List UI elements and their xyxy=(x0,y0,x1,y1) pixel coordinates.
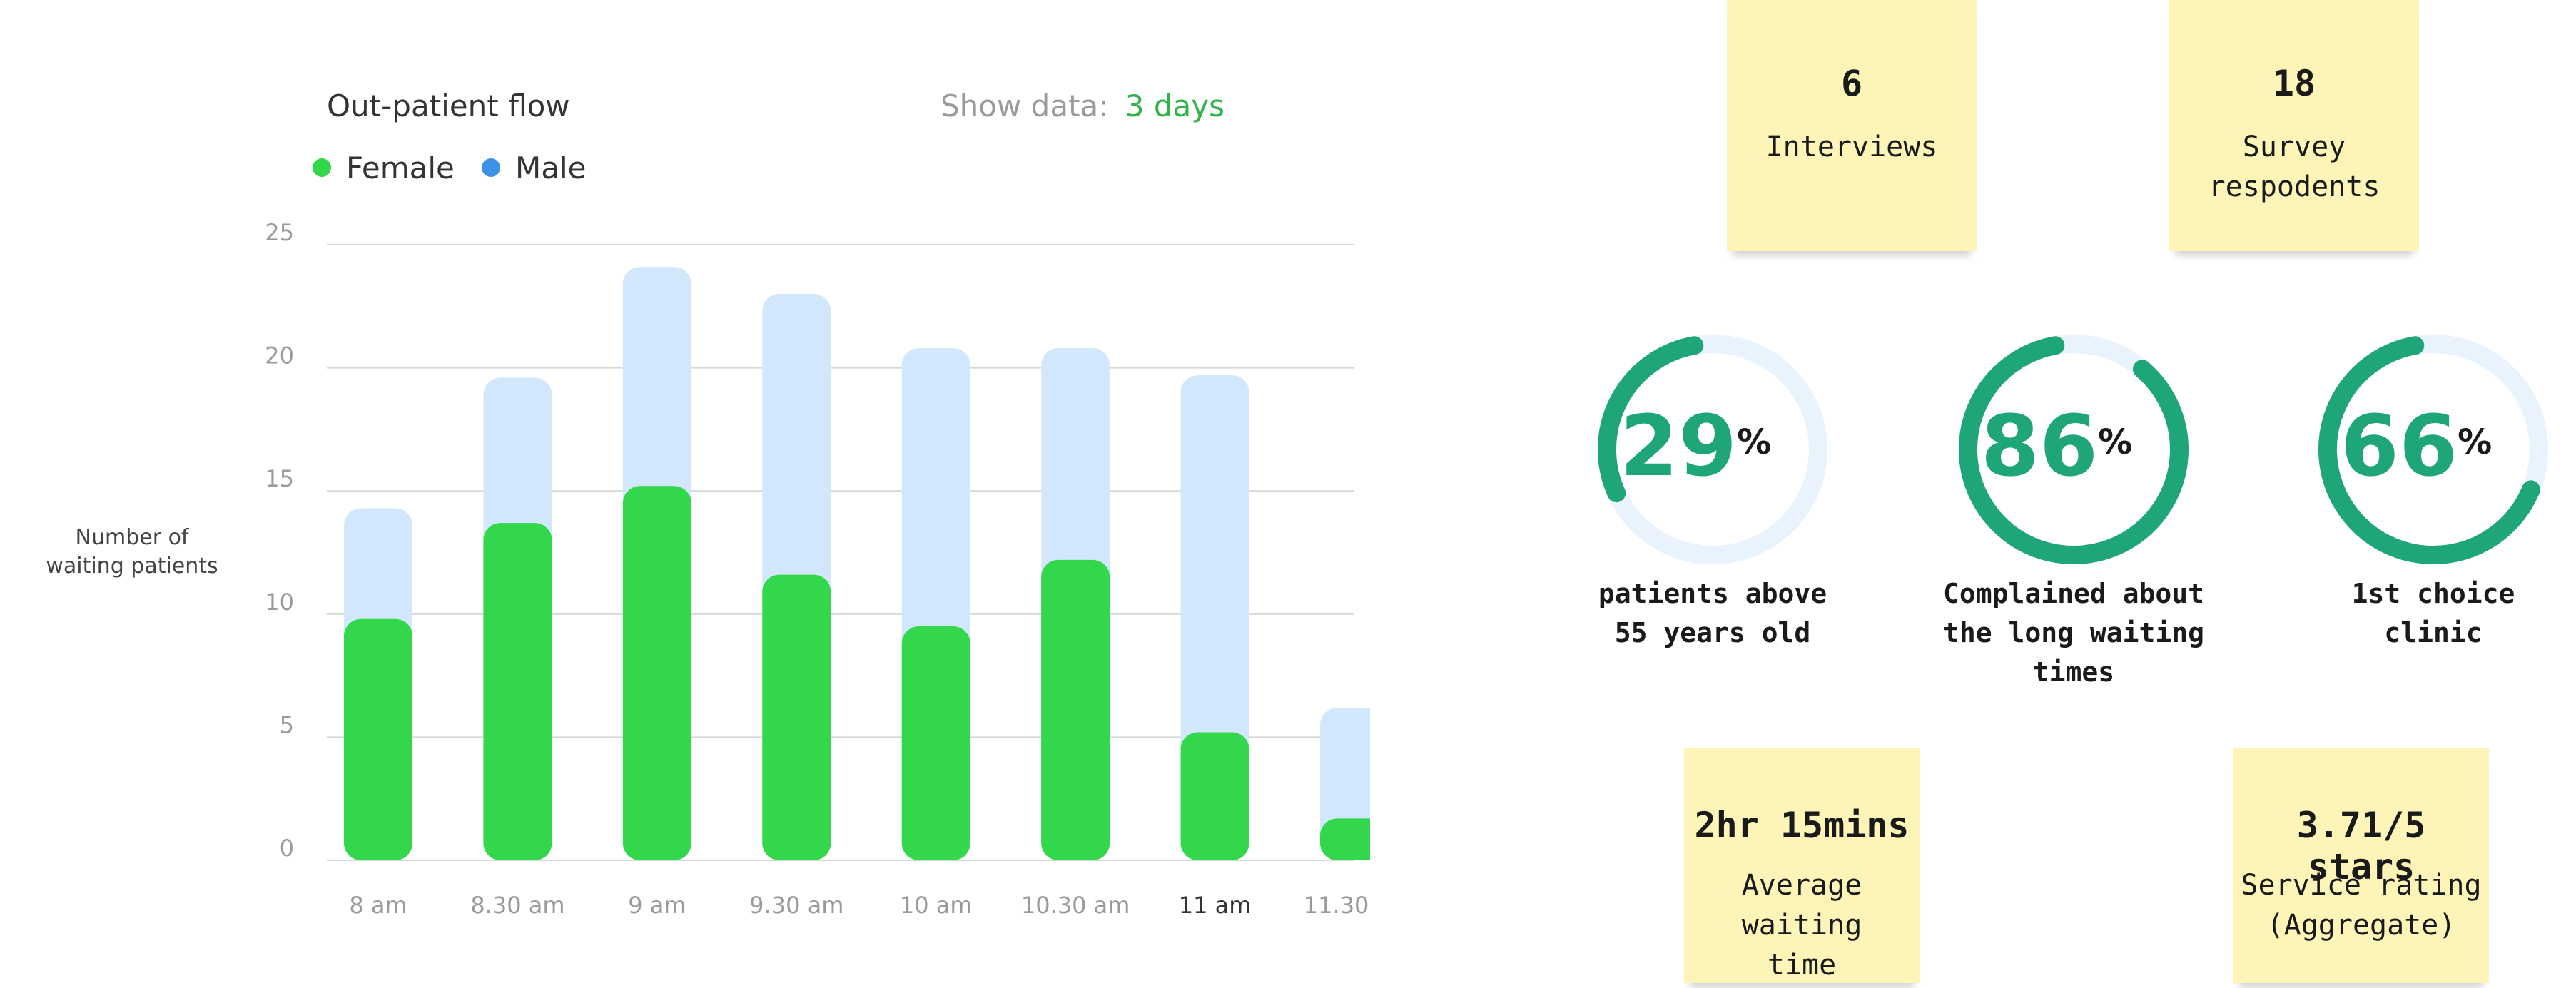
bar-female-6 xyxy=(1180,732,1249,860)
bar-female-3 xyxy=(762,574,831,860)
average-waiting-time-label: Average waiting time xyxy=(1741,869,1862,982)
out-patient-flow-chart: Out-patient flow Show data: 3 days Femal… xyxy=(46,88,1370,919)
show-data-value[interactable]: 3 days xyxy=(1125,88,1224,123)
ring-progress-arc xyxy=(1598,336,1704,503)
x-tick-label: 11 am xyxy=(1179,892,1252,919)
interviews-note: 6 Interviews xyxy=(1727,0,1977,251)
y-axis-label: Number of waiting patients xyxy=(46,525,218,579)
bars xyxy=(344,267,1370,860)
stat-caption-complained-waiting: Complained about the long waiting times xyxy=(1942,578,2205,688)
y-tick-label: 25 xyxy=(265,219,294,246)
stat-caption-first-choice-clinic: 1st choice clinic xyxy=(2351,578,2515,648)
y-tick-label: 0 xyxy=(280,835,294,862)
ring-value: 86% xyxy=(1981,397,2132,495)
y-tick-label: 20 xyxy=(265,342,294,370)
ring-progress-arc xyxy=(2318,336,2540,564)
bar-female-5 xyxy=(1041,559,1110,860)
x-tick-labels: 8 am 8.30 am 9 am 9.30 am 10 am 10.30 am 11 am… xyxy=(349,892,1370,919)
x-tick-label: 10 am xyxy=(900,892,973,919)
chart-title: Out-patient flow xyxy=(327,88,570,123)
ring-value: 66% xyxy=(2341,397,2492,495)
ring-complained-waiting: 86% xyxy=(1959,335,2189,564)
legend-label-male: Male xyxy=(515,151,586,185)
x-tick-label: 9 am xyxy=(628,892,686,919)
bar-female-2 xyxy=(622,486,691,860)
bar-female-7 xyxy=(1320,818,1370,860)
ring-first-choice-clinic: 66% xyxy=(2318,335,2548,564)
x-tick-label: 11.30am xyxy=(1304,892,1370,919)
stat-caption-patients-above-55: patients above 55 years old xyxy=(1598,578,1827,648)
show-data-control[interactable]: Show data: 3 days xyxy=(940,88,1224,123)
bar-female-0 xyxy=(344,618,412,860)
ring-value: 29% xyxy=(1620,397,1771,495)
interviews-count: 6 xyxy=(1840,63,1863,104)
legend-dot-female xyxy=(313,158,331,177)
x-tick-label: 10.30 am xyxy=(1021,892,1130,919)
x-tick-label: 8.30 am xyxy=(470,892,564,919)
interviews-label: Interviews xyxy=(1765,131,1938,163)
y-axis-label-line: Number of xyxy=(76,525,190,550)
average-waiting-time-value: 2hr 15mins xyxy=(1694,805,1910,846)
y-tick-label: 15 xyxy=(265,465,294,492)
y-tick-labels: 0 5 10 15 20 25 xyxy=(265,219,294,862)
ring-track xyxy=(1959,335,2189,564)
legend-label-female: Female xyxy=(346,151,455,185)
bar-female-4 xyxy=(901,626,970,860)
ring-patients-above-55: 29% xyxy=(1598,335,1827,564)
legend-dot-male xyxy=(482,158,500,177)
ring-track xyxy=(2318,335,2548,564)
y-tick-label: 10 xyxy=(265,589,294,616)
y-tick-label: 5 xyxy=(280,711,294,738)
average-waiting-time-note: 2hr 15mins Average waiting time xyxy=(1684,748,1920,983)
x-tick-label: 8 am xyxy=(349,892,407,919)
ring-progress-arc xyxy=(1959,336,2189,564)
service-rating-label: Service rating (Aggregate) xyxy=(2241,869,2482,942)
survey-respondents-note: 18 Survey respodents xyxy=(2169,0,2419,251)
service-rating-note: 3.71/5 stars Service rating (Aggregate) xyxy=(2233,748,2489,983)
show-data-label: Show data: xyxy=(940,88,1108,123)
chart-legend: Female Male xyxy=(313,151,586,185)
survey-respondents-label: Survey respodents xyxy=(2208,131,2380,203)
survey-respondents-count: 18 xyxy=(2272,63,2316,104)
bar-female-1 xyxy=(483,523,552,860)
ring-track xyxy=(1598,335,1827,564)
x-tick-label: 9.30 am xyxy=(749,892,843,919)
y-axis-label-line: waiting patients xyxy=(46,554,218,579)
